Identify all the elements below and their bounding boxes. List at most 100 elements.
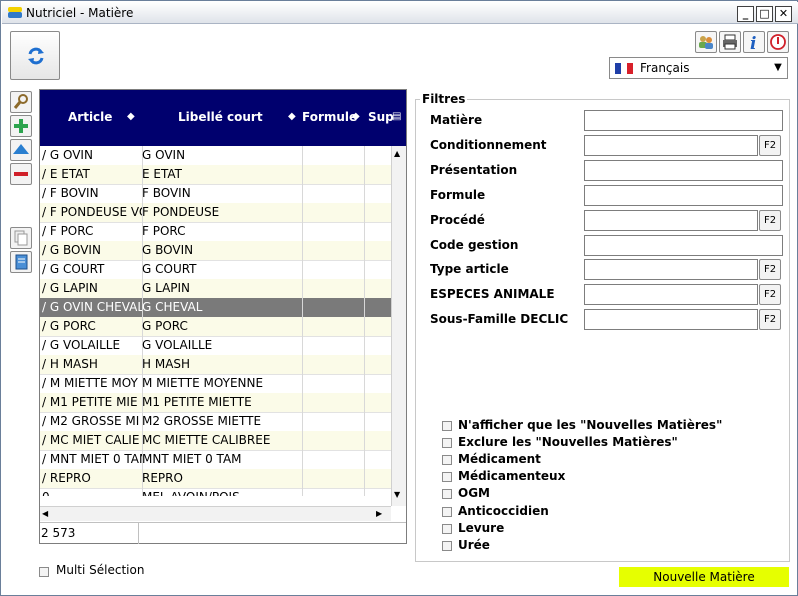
column-header-sup[interactable]: Sup ▤ <box>362 90 406 146</box>
table-cell: G CHEVAL <box>140 298 303 317</box>
filter-checkbox-label: Urée <box>458 537 490 552</box>
add-button[interactable] <box>10 115 32 137</box>
remove-icon <box>14 172 28 176</box>
filter-label: Procédé <box>430 212 485 227</box>
table-cell: / F PORC <box>40 222 143 241</box>
scroll-left-icon[interactable]: ◀ <box>42 509 48 518</box>
column-header-libelle[interactable]: Libellé court ◆ <box>140 90 300 146</box>
filter-input[interactable] <box>584 309 758 331</box>
filter-checkbox[interactable] <box>442 438 452 449</box>
table-row[interactable]: / G LAPIN G LAPIN <box>40 279 391 299</box>
table-row[interactable]: / E ETAT E ETAT <box>40 165 391 185</box>
filter-input[interactable] <box>584 110 783 131</box>
chevron-down-icon[interactable]: ▼ <box>769 58 787 78</box>
filter-input[interactable] <box>584 259 758 281</box>
filter-checkbox[interactable] <box>442 540 452 551</box>
table-cell: / REPRO <box>40 469 143 488</box>
scroll-right-icon[interactable]: ▶ <box>376 509 382 518</box>
lookup-f2-button[interactable]: F2 <box>759 259 781 281</box>
print-button[interactable] <box>719 31 741 53</box>
table-row[interactable]: / H MASH H MASH <box>40 355 391 375</box>
close-button[interactable]: ✕ <box>775 6 792 22</box>
filter-input[interactable] <box>584 134 758 156</box>
table-row[interactable]: / M MIETTE MOY M MIETTE MOYENNE <box>40 374 391 394</box>
table-cell <box>362 279 391 298</box>
table-cell: MEL AVOIN/POIS <box>140 488 303 496</box>
table-cell: / M1 PETITE MIE <box>40 393 143 412</box>
filter-checkbox[interactable] <box>442 472 452 483</box>
filter-input[interactable] <box>584 284 758 306</box>
table-row[interactable]: / M2 GROSSE MI M2 GROSSE MIETTE <box>40 412 391 432</box>
table-cell: / H MASH <box>40 355 143 374</box>
table-row[interactable]: 0MEL AVOIN/POIS <box>40 488 391 496</box>
table-row[interactable]: / G PORC G PORC <box>40 317 391 337</box>
multi-selection-checkbox[interactable] <box>39 567 49 577</box>
table-cell <box>300 279 365 298</box>
table-cell: H MASH <box>140 355 303 374</box>
title-bar[interactable]: Nutriciel - Matière _ □ ✕ <box>2 2 798 24</box>
table-cell: G LAPIN <box>140 279 303 298</box>
search-button[interactable] <box>10 91 32 113</box>
filter-checkbox[interactable] <box>442 523 452 534</box>
copy-button[interactable] <box>10 227 32 249</box>
minimize-button[interactable]: _ <box>737 6 754 22</box>
filter-input[interactable] <box>584 234 783 256</box>
filter-input[interactable] <box>584 209 758 231</box>
table-row[interactable]: / F PORC F PORC <box>40 222 391 242</box>
power-button[interactable] <box>767 31 789 53</box>
move-up-button[interactable] <box>10 139 32 161</box>
filter-checkbox-label: OGM <box>458 486 490 501</box>
table-row[interactable]: / MC MIET CALIE MC MIETTE CALIBREE <box>40 431 391 451</box>
table-row[interactable]: / REPRO REPRO <box>40 469 391 489</box>
filter-checkbox[interactable] <box>442 421 452 431</box>
filter-input[interactable] <box>584 159 783 181</box>
table-row[interactable]: / G OVIN G OVIN <box>40 146 391 166</box>
horizontal-scrollbar[interactable]: ◀ ▶ <box>40 506 391 521</box>
table-cell <box>362 165 391 184</box>
filter-checkbox-label: N'afficher que les "Nouvelles Matières" <box>458 418 723 432</box>
table-row[interactable]: / M1 PETITE MIE M1 PETITE MIETTE <box>40 393 391 413</box>
filter-checkbox[interactable] <box>442 489 452 500</box>
new-matiere-button[interactable]: Nouvelle Matière <box>619 567 789 587</box>
table-row[interactable]: / F PONDEUSE VO F PONDEUSE <box>40 203 391 223</box>
table-cell <box>362 355 391 374</box>
table-row[interactable]: / G COURT G COURT <box>40 260 391 280</box>
maximize-button[interactable]: □ <box>756 6 773 22</box>
lookup-f2-button[interactable]: F2 <box>759 209 781 231</box>
table-row[interactable]: / G VOLAILLE G VOLAILLE <box>40 336 391 356</box>
table-cell <box>300 355 365 374</box>
lookup-f2-button[interactable]: F2 <box>759 134 781 156</box>
table-cell: G OVIN <box>140 146 303 165</box>
vertical-scrollbar[interactable]: ▲ ▼ <box>391 146 406 506</box>
flag-icon <box>615 63 633 74</box>
table-row[interactable]: / MNT MIET 0 TAM MNT MIET 0 TAM <box>40 450 391 470</box>
info-icon: i <box>750 34 756 54</box>
users-button[interactable] <box>695 31 717 53</box>
column-header-article[interactable]: Article ◆ <box>40 90 138 146</box>
filter-input[interactable] <box>584 184 783 206</box>
table-cell <box>300 393 365 412</box>
filter-checkbox[interactable] <box>442 455 452 466</box>
document-button[interactable] <box>10 251 32 273</box>
table-cell <box>300 165 365 184</box>
article-grid[interactable]: Article ◆ Libellé court ◆ Formule ◆ Sup … <box>39 89 407 544</box>
scroll-up-icon[interactable]: ▲ <box>394 149 400 158</box>
lookup-f2-button[interactable]: F2 <box>759 309 781 331</box>
table-row[interactable]: / G BOVIN G BOVIN <box>40 241 391 261</box>
remove-button[interactable] <box>10 163 32 185</box>
filter-checkbox[interactable] <box>442 506 452 517</box>
grid-body[interactable]: / G OVIN G OVIN / E ETAT E ETAT / F BOVIN F B… <box>40 146 391 496</box>
users-icon <box>699 36 713 49</box>
language-select[interactable]: Français ▼ <box>609 57 788 79</box>
refresh-button[interactable] <box>10 31 60 80</box>
table-cell: M MIETTE MOYENNE <box>140 374 303 393</box>
table-cell: G COURT <box>140 260 303 279</box>
table-cell <box>300 222 365 241</box>
table-row[interactable]: / F BOVIN F BOVIN <box>40 184 391 204</box>
table-cell: F PONDEUSE <box>140 203 303 222</box>
lookup-f2-button[interactable]: F2 <box>759 284 781 306</box>
info-button[interactable]: i <box>743 31 765 54</box>
table-row[interactable]: / G OVIN CHEVAL G CHEVAL <box>40 298 391 318</box>
scroll-down-icon[interactable]: ▼ <box>394 490 400 499</box>
column-header-formule[interactable]: Formule ◆ <box>300 90 362 146</box>
